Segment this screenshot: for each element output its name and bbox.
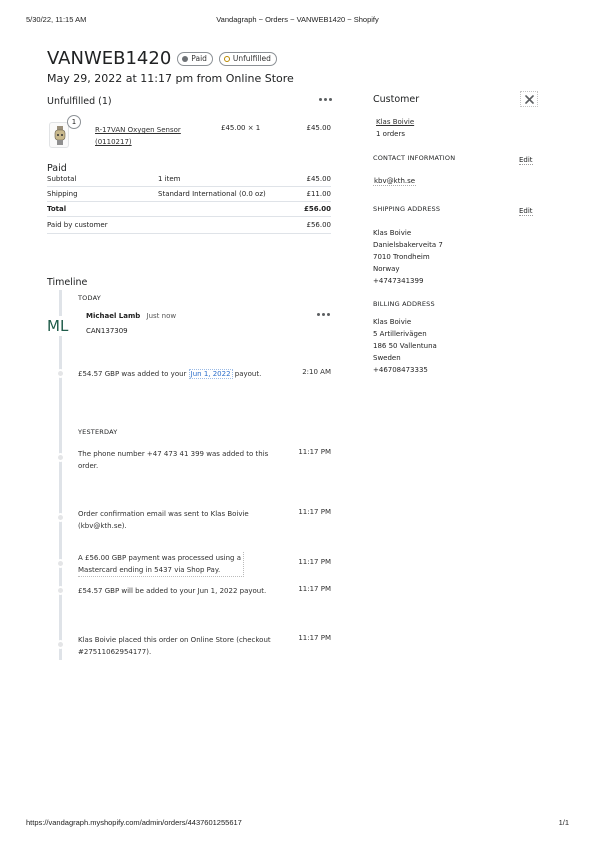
timeline-event: The phone number +47 473 41 399 was adde…	[78, 448, 268, 472]
event-text: Mastercard ending in 5437 via Shop Pay.	[78, 566, 221, 574]
shipping-label: Shipping	[47, 190, 78, 198]
more-horizontal-icon[interactable]	[316, 92, 334, 106]
address-line: Danielsbakerveita 7	[373, 241, 443, 249]
print-footer-url: https://vandagraph.myshopify.com/admin/o…	[26, 818, 242, 827]
address-line: Norway	[373, 265, 400, 273]
address-line: +4747341399	[373, 277, 424, 285]
event-text: (kbv@kth.se).	[78, 522, 127, 530]
customer-title: Customer	[373, 94, 420, 105]
contact-info-title: CONTACT INFORMATION	[373, 154, 456, 162]
timeline-today-label: TODAY	[78, 294, 101, 302]
timeline-event: £54.57 GBP was added to your Jun 1, 2022…	[78, 368, 261, 380]
subtotal-amount: £45.00	[306, 175, 332, 183]
address-line: 5 Artillerivägen	[373, 330, 427, 338]
event-text: order.	[78, 462, 99, 470]
subtotal-label: Subtotal	[47, 175, 77, 183]
edit-contact-button[interactable]: Edit	[519, 156, 533, 165]
avatar: ML	[47, 316, 69, 336]
print-page-number: 1/1	[558, 818, 569, 827]
timeline-event: £54.57 GBP will be added to your Jun 1, …	[78, 585, 266, 597]
unfulfilled-dot-icon	[223, 55, 230, 62]
event-time: 11:17 PM	[298, 508, 331, 516]
payout-date-link[interactable]: Jun 1, 2022	[188, 369, 233, 379]
event-text: A £56.00 GBP payment was processed using…	[78, 554, 241, 562]
unfulfilled-title: Unfulfilled (1)	[47, 96, 112, 107]
paid-badge: Paid	[177, 51, 213, 66]
timeline-yesterday-label: YESTERDAY	[78, 428, 118, 436]
comment-author: Michael Lamb	[86, 312, 141, 320]
shipping-amount: £11.00	[306, 190, 332, 198]
product-total: £45.00	[306, 124, 332, 132]
close-icon[interactable]	[520, 91, 538, 107]
paid-by-customer-amount: £56.00	[306, 221, 332, 229]
timeline-line	[59, 290, 62, 660]
quantity-badge: 1	[67, 115, 81, 129]
billing-address-title: BILLING ADDRESS	[373, 300, 435, 308]
address-line: 186 50 Vallentuna	[373, 342, 437, 350]
order-subtitle: May 29, 2022 at 11:17 pm from Online Sto…	[47, 72, 294, 85]
edit-shipping-button[interactable]: Edit	[519, 207, 533, 216]
shipping-address-title: SHIPPING ADDRESS	[373, 205, 441, 213]
paid-title: Paid	[47, 163, 67, 174]
subtotal-detail: 1 item	[158, 175, 181, 183]
product-name: R-17VAN Oxygen Sensor	[95, 126, 181, 134]
total-amount: £56.00	[303, 205, 331, 213]
timeline-title: Timeline	[47, 277, 88, 288]
event-text: £54.57 GBP was added to your	[78, 370, 189, 378]
event-time: 11:17 PM	[298, 585, 331, 593]
timeline-dot	[56, 586, 65, 595]
paid-by-customer-label: Paid by customer	[47, 221, 108, 229]
timeline-dot	[56, 559, 65, 568]
event-text: Order confirmation email was sent to Kla…	[78, 510, 249, 518]
customer-name-link[interactable]: Klas Boivie	[376, 118, 414, 126]
customer-email[interactable]: kbv@kth.se	[373, 177, 417, 186]
comment-header: Michael Lamb Just now	[86, 312, 176, 320]
address-line: 7010 Trondheim	[373, 253, 430, 261]
timeline-event: Order confirmation email was sent to Kla…	[78, 508, 249, 532]
paid-dot-icon	[182, 55, 189, 62]
event-text: £54.57 GBP will be added to your Jun 1, …	[78, 587, 267, 595]
billing-address: Klas Boivie 5 Artillerivägen 186 50 Vall…	[373, 316, 437, 376]
divider	[47, 216, 331, 217]
comment-more-icon[interactable]	[314, 306, 332, 322]
address-line: Klas Boivie	[373, 318, 412, 326]
order-number: VANWEB1420	[47, 48, 172, 69]
order-header: VANWEB1420 Paid Unfulfilled	[47, 48, 277, 69]
event-time: 11:17 PM	[298, 448, 331, 456]
timeline-dot	[56, 369, 65, 378]
unfulfilled-badge: Unfulfilled	[218, 51, 277, 66]
event-time: 11:17 PM	[298, 558, 331, 566]
unfulfilled-badge-label: Unfulfilled	[232, 54, 271, 63]
divider	[47, 186, 331, 187]
timeline-event-expandable[interactable]: A £56.00 GBP payment was processed using…	[78, 552, 244, 577]
divider	[47, 201, 331, 202]
product-thumbnail[interactable]	[49, 122, 69, 148]
timeline-dot	[56, 640, 65, 649]
address-line: Klas Boivie	[373, 229, 412, 237]
shipping-address: Klas Boivie Danielsbakerveita 7 7010 Tro…	[373, 227, 443, 287]
timeline-dot	[56, 453, 65, 462]
event-text: payout.	[232, 370, 262, 378]
product-price-qty: £45.00 × 1	[221, 124, 261, 132]
paid-badge-label: Paid	[191, 54, 207, 63]
print-page-title: Vandagraph ~ Orders ~ VANWEB1420 ~ Shopi…	[216, 15, 379, 24]
event-text: Klas Boivie placed this order on Online …	[78, 636, 271, 644]
comment-time: Just now	[146, 312, 177, 320]
timeline-event: Klas Boivie placed this order on Online …	[78, 634, 271, 658]
shipping-detail: Standard International (0.0 oz)	[158, 190, 266, 198]
comment-text: CAN137309	[86, 327, 128, 335]
address-line: Sweden	[373, 354, 401, 362]
event-text: The phone number +47 473 41 399 was adde…	[78, 450, 269, 458]
total-label: Total	[47, 205, 67, 213]
event-time: 2:10 AM	[302, 368, 331, 376]
product-link[interactable]: R-17VAN Oxygen Sensor (0110217)	[95, 124, 181, 148]
address-line: +46708473335	[373, 366, 428, 374]
product-sku: (0110217)	[95, 138, 132, 146]
customer-order-count: 1 orders	[376, 130, 405, 138]
divider	[47, 233, 331, 234]
event-text: #27511062954177).	[78, 648, 152, 656]
event-time: 11:17 PM	[298, 634, 331, 642]
timeline-dot	[56, 513, 65, 522]
